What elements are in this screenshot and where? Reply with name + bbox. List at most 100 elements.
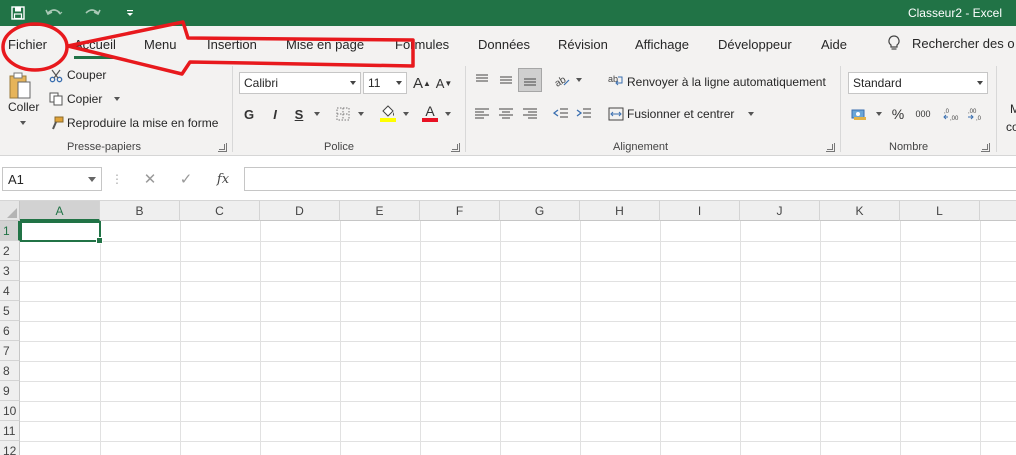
column-header-a[interactable]: A xyxy=(20,201,100,221)
column-header-d[interactable]: D xyxy=(260,201,340,221)
align-middle-icon[interactable] xyxy=(496,70,516,90)
save-icon[interactable] xyxy=(8,3,28,23)
tab-developpeur[interactable]: Développeur xyxy=(718,37,792,52)
undo-icon[interactable] xyxy=(42,3,66,23)
row-header-12[interactable]: 12 xyxy=(0,441,20,455)
align-center-icon[interactable] xyxy=(496,104,516,124)
tab-insertion[interactable]: Insertion xyxy=(207,37,257,52)
cancel-icon[interactable]: ✕ xyxy=(138,167,162,191)
underline-button[interactable]: S xyxy=(291,104,307,124)
row-header-8[interactable]: 8 xyxy=(0,361,20,381)
tab-revision[interactable]: Révision xyxy=(558,37,608,52)
align-left-icon[interactable] xyxy=(472,104,492,124)
font-color-dropdown-icon[interactable] xyxy=(441,104,451,124)
worksheet-grid[interactable]: ABCDEFGHIJKL 1 2 3 4 5 6 7 8 9 10 11 12 xyxy=(0,201,1016,455)
tab-mise-en-page[interactable]: Mise en page xyxy=(286,37,364,52)
select-all-button[interactable] xyxy=(0,201,20,221)
column-header-c[interactable]: C xyxy=(180,201,260,221)
align-right-icon[interactable] xyxy=(520,104,540,124)
tab-fichier[interactable]: Fichier xyxy=(8,37,47,52)
number-group: Standard % 000 ,0,00 ,00,0 Nombre xyxy=(841,62,995,156)
column-header-g[interactable]: G xyxy=(500,201,580,221)
row-header-7[interactable]: 7 xyxy=(0,341,20,361)
column-header-b[interactable]: B xyxy=(100,201,180,221)
font-launcher-icon[interactable] xyxy=(451,143,460,152)
wrap-text-button[interactable]: Renvoyer à la ligne automatiquement xyxy=(627,75,826,89)
insert-function-icon[interactable]: fx xyxy=(210,167,236,191)
paste-label[interactable]: Coller xyxy=(8,100,39,114)
column-header-e[interactable]: E xyxy=(340,201,420,221)
tab-affichage[interactable]: Affichage xyxy=(635,37,689,52)
increase-indent-icon[interactable] xyxy=(574,104,594,124)
borders-dropdown-icon[interactable] xyxy=(354,104,364,124)
orientation-dropdown-icon[interactable] xyxy=(572,70,582,90)
decrease-decimal-icon[interactable]: ,00,0 xyxy=(965,104,987,124)
tab-donnees[interactable]: Données xyxy=(478,37,530,52)
row-header-3[interactable]: 3 xyxy=(0,261,20,281)
copy-dropdown-icon[interactable] xyxy=(114,97,121,101)
conditional-format-partial-bottom[interactable]: co xyxy=(1006,120,1016,134)
align-bottom-icon[interactable] xyxy=(518,68,542,92)
row-header-4[interactable]: 4 xyxy=(0,281,20,301)
row-header-9[interactable]: 9 xyxy=(0,381,20,401)
conditional-format-partial-top[interactable]: M xyxy=(1010,102,1016,116)
customize-qat-icon[interactable] xyxy=(122,3,138,23)
tab-aide[interactable]: Aide xyxy=(821,37,847,52)
accounting-dropdown-icon[interactable] xyxy=(872,104,882,124)
name-box-dropdown-icon[interactable] xyxy=(88,177,96,182)
name-box[interactable]: A1 xyxy=(2,167,102,191)
row-header-5[interactable]: 5 xyxy=(0,301,20,321)
column-header-h[interactable]: H xyxy=(580,201,660,221)
orientation-icon[interactable]: ab xyxy=(552,70,572,90)
copy-button[interactable]: Copier xyxy=(67,92,121,106)
column-header-l[interactable]: L xyxy=(900,201,980,221)
paste-dropdown-icon[interactable] xyxy=(16,118,26,128)
formula-bar-grip-icon[interactable]: ⋮ xyxy=(111,167,123,191)
number-launcher-icon[interactable] xyxy=(981,143,990,152)
formula-input[interactable] xyxy=(244,167,1016,191)
tab-accueil[interactable]: Accueil xyxy=(74,37,116,59)
number-format-dropdown[interactable]: Standard xyxy=(848,72,988,94)
percent-button[interactable]: % xyxy=(889,104,907,124)
accounting-format-icon[interactable] xyxy=(849,104,871,124)
font-color-icon[interactable]: A xyxy=(420,102,440,124)
underline-dropdown-icon[interactable] xyxy=(309,104,321,124)
row-header-10[interactable]: 10 xyxy=(0,401,20,421)
tab-menu[interactable]: Menu xyxy=(144,37,177,52)
column-header-f[interactable]: F xyxy=(420,201,500,221)
row-header-11[interactable]: 11 xyxy=(0,421,20,441)
font-name-dropdown[interactable]: Calibri xyxy=(239,72,361,94)
tab-formules[interactable]: Formules xyxy=(395,37,449,52)
bold-button[interactable]: G xyxy=(241,104,257,124)
paste-icon[interactable] xyxy=(8,72,32,100)
merge-dropdown-icon[interactable] xyxy=(748,112,755,116)
clipboard-launcher-icon[interactable] xyxy=(218,143,227,152)
alignment-launcher-icon[interactable] xyxy=(826,143,835,152)
italic-button[interactable]: I xyxy=(267,104,283,124)
shrink-font-letter: A xyxy=(435,75,445,91)
font-size-dropdown[interactable]: 11 xyxy=(363,72,407,94)
column-header-j[interactable]: J xyxy=(740,201,820,221)
increase-decimal-icon[interactable]: ,0,00 xyxy=(941,104,963,124)
column-header-i[interactable]: I xyxy=(660,201,740,221)
row-header-1[interactable]: 1 xyxy=(0,221,20,241)
format-painter-button[interactable]: Reproduire la mise en forme xyxy=(67,116,218,130)
cut-button[interactable]: Couper xyxy=(67,68,106,82)
enter-icon[interactable]: ✓ xyxy=(174,167,198,191)
row-header-2[interactable]: 2 xyxy=(0,241,20,261)
decrease-indent-icon[interactable] xyxy=(551,104,571,124)
tell-me-box[interactable]: Rechercher des o xyxy=(886,34,1015,52)
column-header-partial[interactable] xyxy=(980,201,1016,221)
shrink-font-icon[interactable]: A ▼ xyxy=(435,72,453,94)
merge-center-button[interactable]: Fusionner et centrer xyxy=(627,107,755,121)
align-top-icon[interactable] xyxy=(472,70,492,90)
row-header-6[interactable]: 6 xyxy=(0,321,20,341)
column-header-k[interactable]: K xyxy=(820,201,900,221)
fill-color-dropdown-icon[interactable] xyxy=(399,104,409,124)
fill-color-icon[interactable] xyxy=(378,102,398,124)
redo-icon[interactable] xyxy=(80,3,104,23)
active-cell-a1[interactable] xyxy=(20,221,103,244)
grow-font-icon[interactable]: A ▲ xyxy=(413,72,431,94)
thousands-separator-button[interactable]: 000 xyxy=(912,104,934,124)
borders-icon[interactable] xyxy=(334,104,352,124)
